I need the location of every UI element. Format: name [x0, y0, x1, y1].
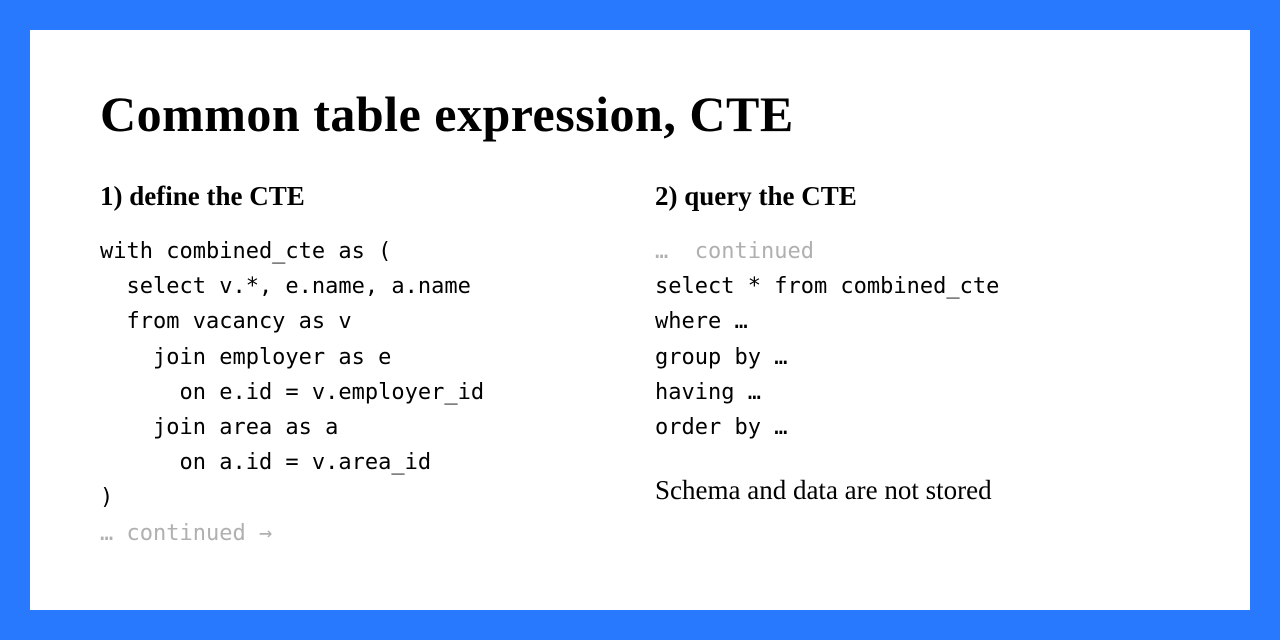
columns-container: 1) define the CTE with combined_cte as (… [100, 181, 1180, 551]
slide-title: Common table expression, CTE [100, 85, 1180, 143]
right-code: select * from combined_cte where … group… [655, 269, 1180, 445]
slide-card: Common table expression, CTE 1) define t… [30, 30, 1250, 610]
left-heading: 1) define the CTE [100, 181, 625, 212]
right-note: Schema and data are not stored [655, 475, 1180, 506]
left-code: with combined_cte as ( select v.*, e.nam… [100, 234, 625, 516]
right-continued: … continued [655, 234, 1180, 269]
left-column: 1) define the CTE with combined_cte as (… [100, 181, 625, 551]
left-continued: … continued → [100, 516, 625, 551]
right-heading: 2) query the CTE [655, 181, 1180, 212]
right-column: 2) query the CTE … continued select * fr… [655, 181, 1180, 551]
